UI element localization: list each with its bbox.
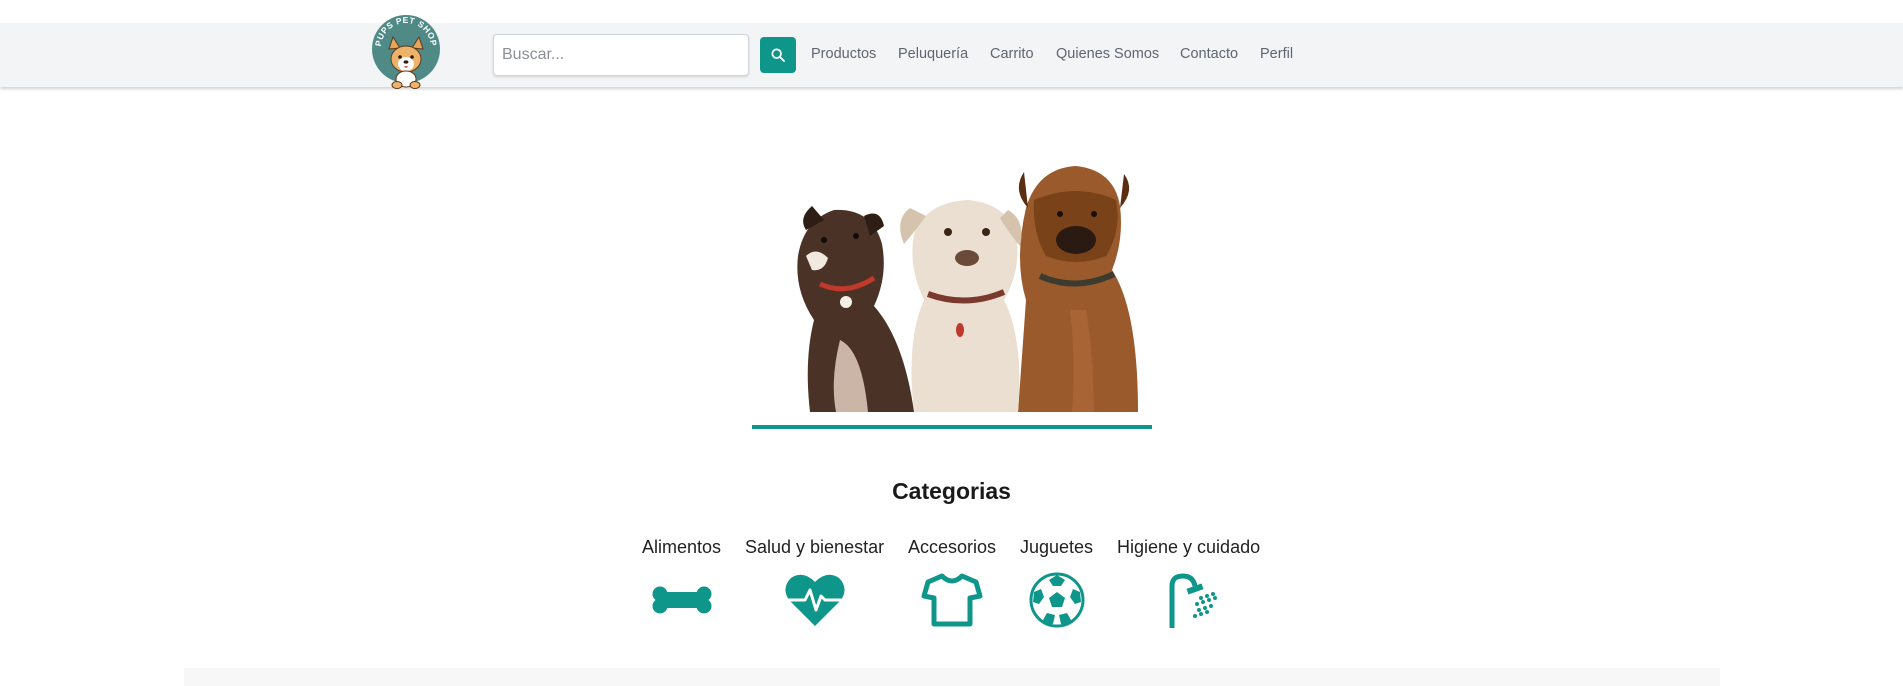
shower-icon xyxy=(1169,573,1217,628)
category-alimentos[interactable]: Alimentos xyxy=(642,536,721,628)
category-label: Accesorios xyxy=(908,537,997,557)
search-button[interactable] xyxy=(760,37,796,73)
hero-dogs-image xyxy=(797,166,1138,412)
soccer-ball-icon xyxy=(1029,572,1085,628)
dog-left xyxy=(797,206,914,412)
pups-pet-shop-logo[interactable]: PUPS PET SHOP xyxy=(371,15,441,91)
category-label: Juguetes xyxy=(1020,537,1094,557)
nav-link-productos[interactable]: Productos xyxy=(811,46,876,62)
bone-icon xyxy=(652,586,712,614)
nav-link-carrito[interactable]: Carrito xyxy=(990,46,1034,62)
category-label: Higiene y cuidado xyxy=(1117,537,1261,557)
category-accesorios[interactable]: Accesorios xyxy=(908,536,996,628)
category-salud-y-bienestar[interactable]: Salud y bienestar xyxy=(745,536,884,628)
nav-link-contacto[interactable]: Contacto xyxy=(1180,46,1238,62)
heart-pulse-icon xyxy=(784,574,845,626)
dog-middle xyxy=(900,200,1022,412)
categories-title: Categorias xyxy=(892,478,1011,504)
tshirt-icon xyxy=(921,573,983,627)
nav-link-peluqueria[interactable]: Peluquería xyxy=(898,46,968,62)
dog-right xyxy=(1018,166,1138,412)
search-icon xyxy=(771,48,785,62)
hero-divider xyxy=(752,425,1152,429)
category-higiene-y-cuidado[interactable]: Higiene y cuidado xyxy=(1117,536,1260,628)
footer-band xyxy=(184,668,1720,686)
search-input[interactable] xyxy=(493,34,749,76)
nav-link-quienes-somos[interactable]: Quienes Somos xyxy=(1056,46,1159,62)
category-label: Salud y bienestar xyxy=(745,537,885,557)
nav-link-perfil[interactable]: Perfil xyxy=(1260,46,1293,62)
category-juguetes[interactable]: Juguetes xyxy=(1020,536,1093,628)
category-label: Alimentos xyxy=(642,537,722,557)
